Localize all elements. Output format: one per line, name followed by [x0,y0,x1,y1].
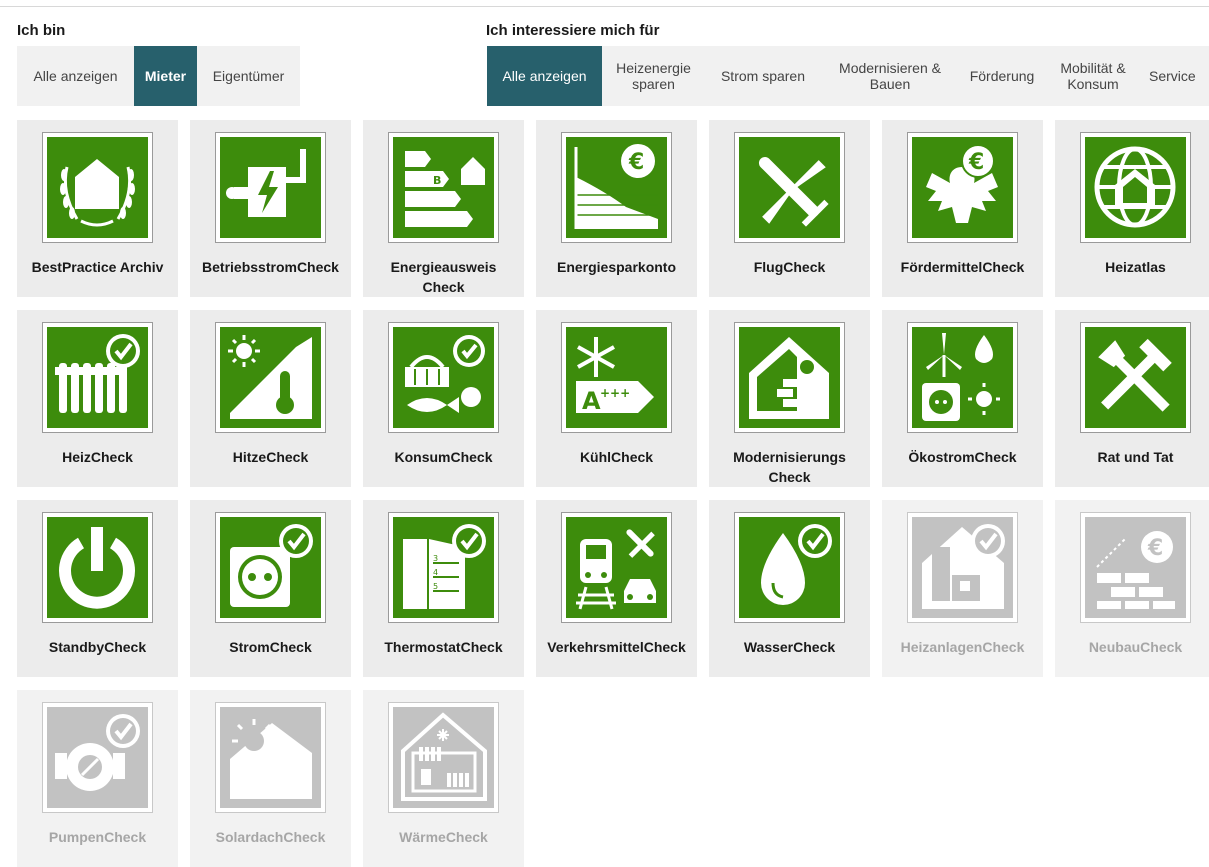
tool-label: Rat und Tat [1097,449,1174,465]
tool-label: PumpenCheck [48,829,147,845]
tool-tile[interactable]: KonsumCheck [363,310,524,487]
tool-label: StromCheck [229,639,312,655]
tools-icon [1098,338,1172,412]
tool-tile[interactable]: FlugCheck [709,120,870,297]
tool-label: StandbyCheck [48,639,147,655]
filter-modernize-build[interactable]: Modernisieren & Bauen [821,46,959,106]
tool-label: HeizanlagenCheck [900,639,1025,655]
heating-system-check-icon [922,524,1005,609]
filter-mobility-consumption[interactable]: Mobilität & Konsum [1045,46,1141,106]
tool-tile[interactable]: 3 4 5 ThermostatCheck [363,500,524,677]
tool-label: Modernisierungs Check [733,449,846,485]
tool-tile[interactable]: StromCheck [190,500,351,677]
filter-service[interactable]: Service [1141,46,1209,106]
energy-label-icon: B [405,151,485,227]
thermostat-check-icon: 3 4 5 [403,524,486,609]
transport-icon [576,529,656,610]
i-am-filter-bar: Alle anzeigen Mieter Eigentümer [17,46,300,106]
radiator-check-icon [55,334,140,413]
tool-tile[interactable]: Modernisierungs Check [709,310,870,487]
svg-text:4: 4 [433,568,438,577]
basket-fish-icon [405,335,485,413]
tool-label: FlugCheck [753,259,826,275]
tool-tile[interactable]: Rat und Tat [1055,310,1209,487]
tool-tile[interactable]: Heizatlas [1055,120,1209,297]
filter-owner[interactable]: Eigentümer [197,46,300,106]
tool-label: KühlCheck [579,449,654,465]
tool-tile[interactable]: A +++ KühlCheck [536,310,697,487]
tool-label: Heizatlas [1105,259,1166,275]
tool-tile[interactable]: PumpenCheck [17,690,178,867]
filter-heating-energy[interactable]: Heizenergie sparen [602,46,705,106]
solar-roof-icon [230,719,312,799]
tool-label: WasserCheck [743,639,836,655]
filter-all-topics[interactable]: Alle anzeigen [487,46,602,106]
tool-label: Energiesparkonto [556,259,677,275]
filter-save-power[interactable]: Strom sparen [705,46,821,106]
tool-tile[interactable]: BetriebsstromCheck [190,120,351,297]
airplane-icon [758,156,829,227]
tool-label: HeizCheck [62,449,133,465]
tool-tile[interactable]: VerkehrsmittelCheck [536,500,697,677]
tool-tile[interactable]: BestPractice Archiv [17,120,178,297]
eagle-euro-icon: € [926,144,998,223]
tool-label: HitzeCheck [232,449,309,465]
tool-label: VerkehrsmittelCheck [547,639,686,655]
interests-title: Ich interessiere mich für [486,22,660,39]
house-bricks-icon [749,337,829,419]
tool-label: BetriebsstromCheck [202,259,339,275]
tool-label: NeubauCheck [1088,639,1183,655]
tool-tile[interactable]: HeizCheck [17,310,178,487]
snowflake-label-icon: A +++ [576,337,654,415]
svg-text:+++: +++ [600,386,630,400]
tool-tile[interactable]: SolardachCheck [190,690,351,867]
globe-house-icon [1094,146,1176,228]
tool-tile[interactable]: StandbyCheck [17,500,178,677]
tool-label: Energieausweis Check [390,259,497,295]
tool-tile[interactable]: € Energiesparkonto [536,120,697,297]
water-drop-check-icon [761,524,832,605]
tool-label: BestPractice Archiv [31,259,164,275]
tool-tile[interactable]: HeizanlagenCheck [882,500,1043,677]
sun-thermometer-icon [228,335,312,419]
svg-text:€: € [628,150,644,175]
tool-label: WärmeCheck [399,829,488,845]
i-am-title: Ich bin [17,22,66,39]
new-building-euro-icon: € [1096,531,1175,609]
tool-tile[interactable]: € NeubauCheck [1055,500,1209,677]
pump-check-icon [55,714,140,791]
interests-filter-bar: Alle anzeigen Heizenergie sparen Strom s… [487,46,1209,106]
filter-tenant[interactable]: Mieter [134,46,197,106]
tool-tile[interactable]: WasserCheck [709,500,870,677]
tool-tile[interactable]: HitzeCheck [190,310,351,487]
top-divider [0,6,1209,7]
tool-label: FördermittelCheck [900,259,1025,275]
svg-text:€: € [968,150,984,175]
filter-all-roles[interactable]: Alle anzeigen [17,46,134,106]
tool-label: KonsumCheck [394,449,493,465]
tool-tile[interactable]: B Energieausweis Check [363,120,524,297]
laurel-house-icon [60,159,135,227]
socket-check-icon [230,524,313,607]
filter-funding[interactable]: Förderung [959,46,1045,106]
svg-text:€: € [1147,536,1163,561]
tool-tile[interactable]: € FördermittelCheck [882,120,1043,297]
tool-label: ThermostatCheck [384,639,503,655]
tool-tile[interactable]: ÖkostromCheck [882,310,1043,487]
svg-text:3: 3 [433,554,438,563]
house-heating-icon [401,712,487,801]
power-pipe-icon [226,149,306,217]
tool-label: ÖkostromCheck [908,449,1017,465]
euro-chart-icon: € [574,144,658,229]
power-icon [59,527,135,609]
svg-text:A: A [582,387,601,415]
wind-socket-icon [922,333,1000,421]
tool-label: SolardachCheck [215,829,326,845]
tool-tile[interactable]: WärmeCheck [363,690,524,867]
svg-text:B: B [433,174,441,187]
svg-text:5: 5 [433,582,438,591]
